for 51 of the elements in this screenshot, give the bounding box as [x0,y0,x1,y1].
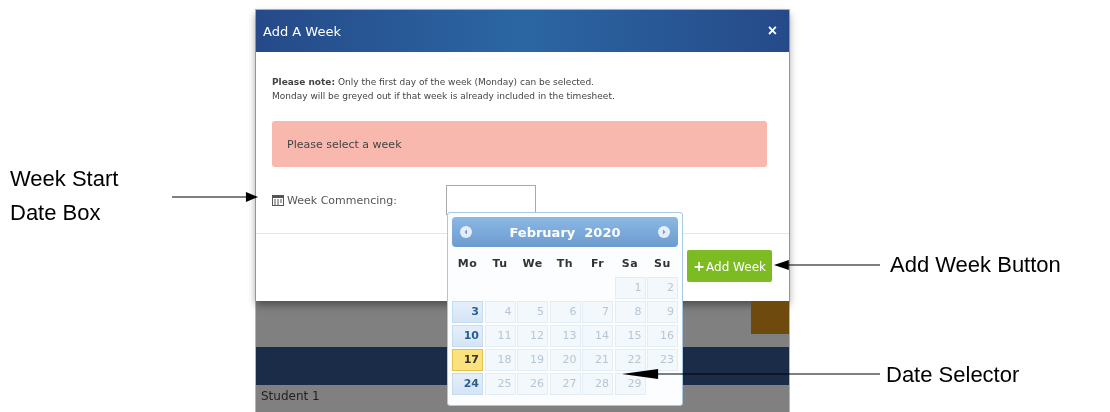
day-cell: 19 [517,349,548,371]
previous-month-icon[interactable] [460,226,472,238]
day-cell: 8 [614,301,646,323]
day-cell: 12 [517,325,548,347]
day-cell: 7 [582,301,613,323]
date-input-field[interactable] [446,185,536,215]
callout-label: Add Week Button [890,251,1061,279]
note-text: Please note: Only the first day of the week (Monday) can be selected. Monday will be greyed out if that week is already included in the timesheet. [272,76,616,103]
weekday-label: Fr [589,256,606,272]
weekday-label: Tu [491,256,509,272]
day-cell: 9 [647,301,678,323]
day-cell: 6 [549,301,581,323]
day-cell: 15 [614,325,646,347]
day-cell[interactable]: 17 [452,349,483,371]
day-cell: 13 [549,325,581,347]
day-cell[interactable]: 3 [452,301,483,323]
month-year-title: February 2020 [509,224,621,240]
day-cell: 14 [582,325,613,347]
next-month-icon[interactable] [658,226,670,238]
weekday-label: Sa [620,256,640,272]
row-label: Student 1 [261,389,320,403]
page-block [751,301,789,334]
day-cell: 23 [647,349,678,371]
weekday-label: Mo [456,256,479,272]
day-cell: 11 [484,325,516,347]
day-cell: 1 [614,277,646,299]
dialog-title: Add A Week [263,23,341,39]
day-cell: 25 [484,373,516,395]
day-cell: 2 [647,277,678,299]
callout-label: Date Selector [886,361,1020,389]
field-label: Week Commencing: [287,193,398,207]
day-cell: 4 [484,301,516,323]
day-cell: 26 [517,373,548,395]
day-cell: 28 [582,373,613,395]
alert-message: Please select a week [272,121,767,167]
day-cell: 20 [549,349,581,371]
close-button[interactable]: × [763,23,781,39]
weekday-label: Th [555,256,575,272]
day-cell: 22 [614,349,646,371]
weekday-label: We [521,256,544,272]
day-cell: 29 [614,373,646,395]
day-cell[interactable]: 24 [452,373,483,395]
calendar-icon [272,194,284,206]
day-cell: 5 [517,301,548,323]
weekday-label: Su [653,256,672,272]
day-cell: 27 [549,373,581,395]
day-cell: 18 [484,349,516,371]
day-cell: 16 [647,325,678,347]
day-cell: 21 [582,349,613,371]
day-cell[interactable]: 10 [452,325,483,347]
callout-label: Week Start Date Box [10,165,119,227]
